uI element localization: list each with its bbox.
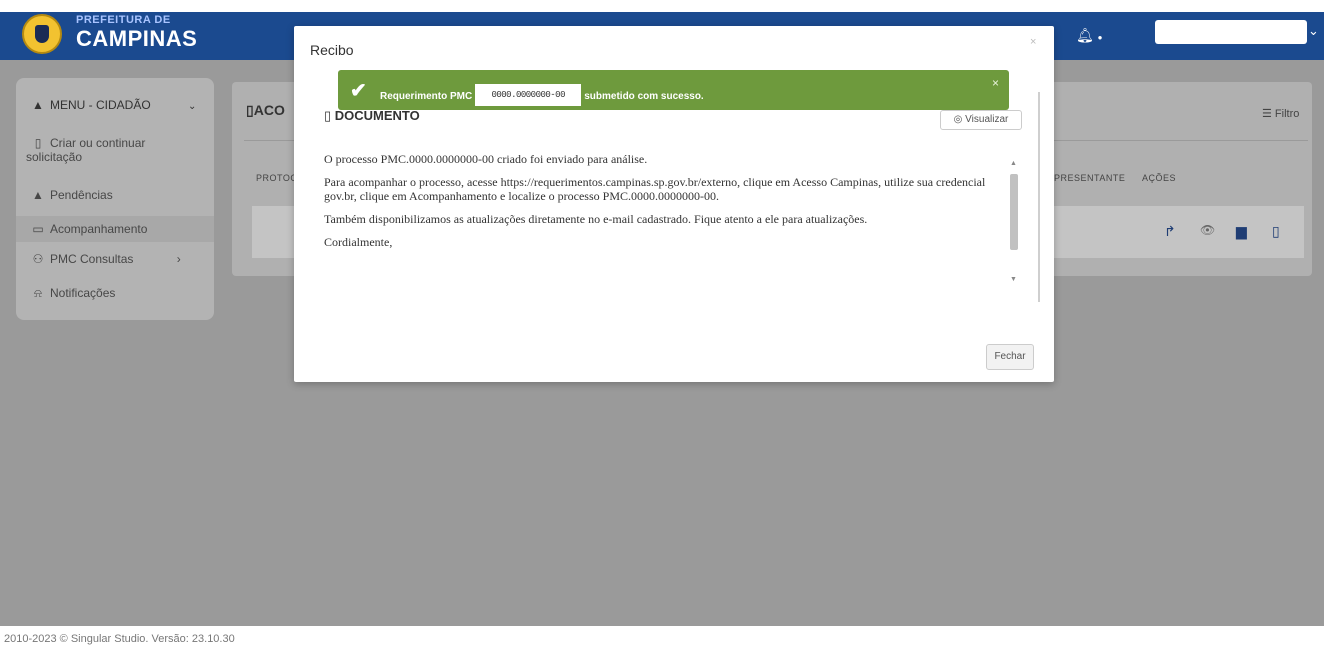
folder-icon: ▭ [32,222,44,236]
panel-title-text: ACO [253,102,285,118]
fechar-button[interactable]: Fechar [986,344,1034,370]
filter-label: Filtro [1274,108,1300,120]
logo[interactable]: PREFEITURA DE CAMPINAS [0,0,252,60]
sidebar-item-criar[interactable]: ▯ Criar ou continuar [30,136,146,150]
bell-icon[interactable]: 🔔︎ ● [1076,27,1103,44]
logo-big-text: CAMPINAS [76,26,198,51]
logo-small-text: PREFEITURA DE [76,14,171,26]
filter-icon: ☰ [1262,108,1275,120]
sidebar-item-criar-line2[interactable]: solicitação [26,150,82,164]
sidebar-menu-header[interactable]: ▲ MENU - CIDADÃO ⌄ [30,98,196,112]
close-icon[interactable]: × [1030,36,1036,48]
document-header: ▯ DOCUMENTO [324,108,420,124]
doc-paragraph: Para acompanhar o processo, acesse https… [324,175,986,203]
sidebar-item-label: Acompanhamento [50,222,148,236]
sidebar-item-label: Criar ou continuar [50,136,146,150]
sidebar-item-label: Notificações [50,286,116,300]
close-icon[interactable]: × [992,76,999,90]
people-icon: ⚇ [32,252,44,266]
check-icon: ✔ [350,80,367,102]
visualizar-button[interactable]: ◎ Visualizar [940,110,1022,130]
bell-icon: ⍾ [34,286,42,300]
file-icon[interactable]: ▆ [1236,223,1247,240]
visualizar-label: Visualizar [965,114,1009,125]
toast-prefix: Requerimento PMC [380,91,473,102]
sidebar-item-label: solicitação [26,150,83,164]
sidebar: ▲ MENU - CIDADÃO ⌄ ▯ Criar ou continuar so… [16,78,214,320]
document-icon: ▯ [246,102,254,118]
doc-paragraph: Cordialmente, [324,235,393,249]
sidebar-item-acompanhamento[interactable]: ▭ Acompanhamento [30,222,147,236]
sidebar-item-pendencias[interactable]: ▲ Pendências [30,188,113,202]
chevron-down-icon[interactable]: ⌄ [1308,23,1319,39]
sidebar-item-notificacoes[interactable]: ⍾ Notificações [30,286,115,301]
filter-button[interactable]: ☰ Filtro [1262,107,1299,120]
document-icon: ▯ [34,136,42,150]
document-text: O processo PMC.0000.0000000-00 criado fo… [324,152,996,249]
modal-divider [1038,92,1040,302]
document-header-text: DOCUMENTO [334,108,420,123]
scrollbar-thumb[interactable] [1010,174,1018,250]
document-content[interactable]: O processo PMC.0000.0000000-00 criado fo… [324,152,1024,292]
column-header-acoes: AÇÕES [1142,173,1177,183]
sidebar-item-pmc-consultas[interactable]: ⚇ PMC Consultas › [30,252,181,266]
user-icon: ▲ [32,98,44,112]
doc-paragraph: Também disponibilizamos as atualizações … [324,212,868,226]
sidebar-menu-title: MENU - CIDADÃO [50,98,151,112]
footer-version: 2010-2023 © Singular Studio. Versão: 23.… [4,633,235,645]
eye-icon[interactable]: 👁︎ [1200,223,1215,237]
sidebar-item-label: PMC Consultas [50,252,134,266]
scroll-up-icon[interactable]: ▲ [1010,160,1017,167]
chevron-down-icon[interactable]: ⌄ [188,101,196,112]
share-icon[interactable]: ↱ [1164,223,1176,240]
toast-masked-number: 0000.0000000-00 [475,84,582,106]
toast-message: Requerimento PMC 0000.0000000-00 submetido… [380,84,704,106]
crest-icon [22,14,62,54]
sidebar-item-label: Pendências [50,188,113,202]
column-header-representante[interactable]: PRESENTANTE [1054,173,1125,183]
user-dropdown[interactable] [1155,20,1307,44]
document-icon: ▯ [324,108,335,123]
eye-icon: ◎ [953,114,966,125]
toast-suffix: submetido com sucesso. [584,91,704,102]
document-scrollbar[interactable]: ▲ ▼ [1008,160,1020,290]
column-header-protocolo[interactable]: PROTOC [256,173,297,183]
document-edit-icon[interactable]: ▯ [1272,223,1280,240]
doc-paragraph: O processo PMC.0000.0000000-00 criado fo… [324,152,648,166]
scroll-down-icon[interactable]: ▼ [1010,276,1017,283]
modal-title: Recibo [310,42,354,58]
footer: 2010-2023 © Singular Studio. Versão: 23.… [0,626,1324,648]
chevron-right-icon: › [176,252,181,266]
panel-title: ▯ACO [246,102,285,119]
success-toast: ✔ Requerimento PMC 0000.0000000-00 submeti… [338,70,1009,110]
logo-top-strip [0,0,252,12]
warning-icon: ▲ [32,188,44,202]
